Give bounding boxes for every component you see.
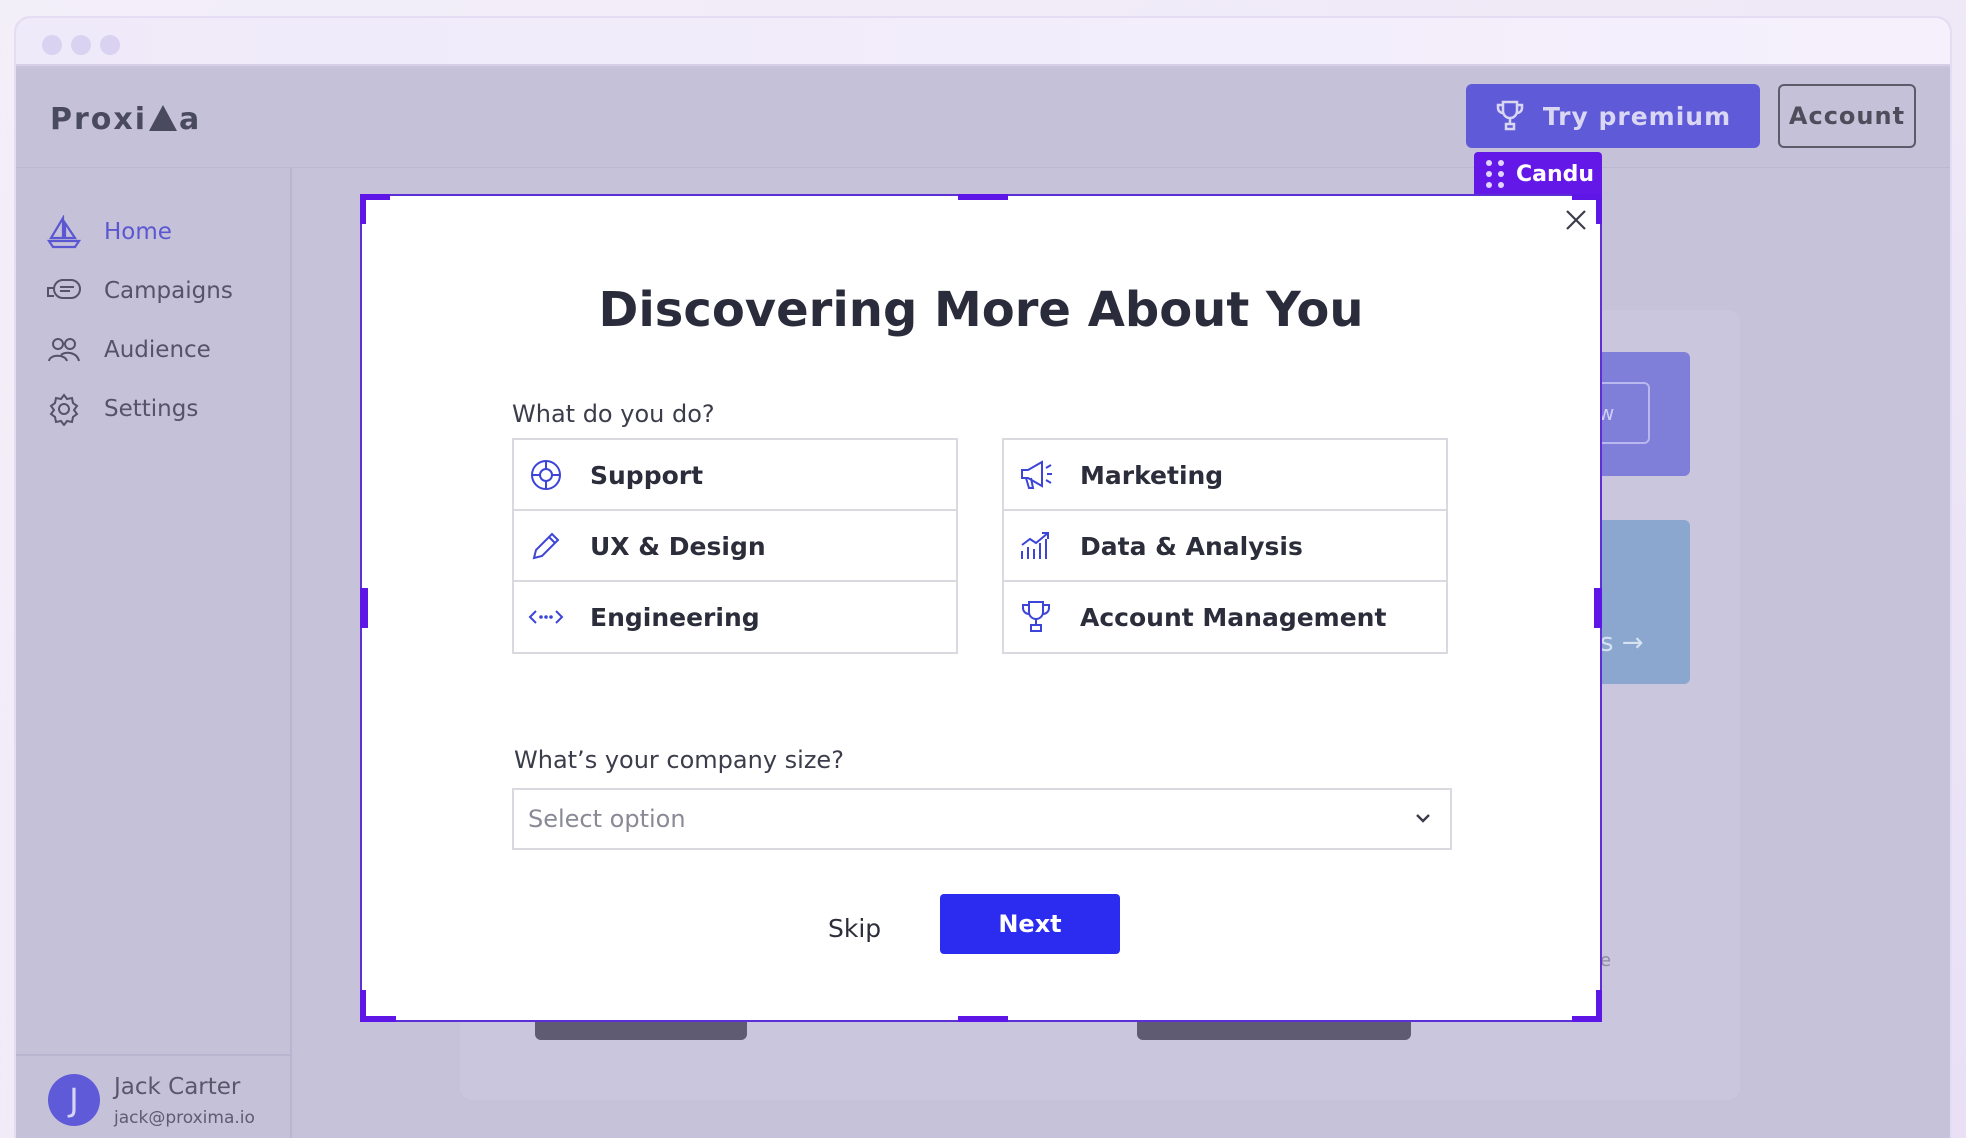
gear-icon: [46, 391, 82, 427]
logo[interactable]: Proxi a: [50, 102, 201, 137]
users-icon: [46, 332, 82, 368]
role-question: What do you do?: [512, 400, 715, 428]
resize-handle[interactable]: [360, 194, 366, 224]
role-option-engineering[interactable]: Engineering: [512, 580, 958, 654]
sidebar-item-label: Campaigns: [104, 278, 233, 304]
resize-handle[interactable]: [958, 194, 1008, 200]
role-option-label: Engineering: [590, 602, 760, 632]
role-option-account-management[interactable]: Account Management: [1002, 580, 1448, 654]
sidebar: Home Campaigns Audience Settings J Jack …: [16, 168, 292, 1138]
user-name: Jack Carter: [114, 1074, 241, 1100]
top-bar: Proxi a Try premium Account: [16, 68, 1950, 168]
user-profile[interactable]: J Jack Carter jack@proxima.io: [16, 1054, 292, 1138]
onboarding-modal: Discovering More About You What do you d…: [360, 194, 1602, 1022]
lifebuoy-icon: [528, 457, 564, 493]
background-tile: w: [1590, 352, 1690, 476]
background-tile-link[interactable]: s →: [1600, 628, 1644, 658]
role-option-support[interactable]: Support: [512, 438, 958, 512]
role-option-label: Data & Analysis: [1080, 531, 1303, 561]
trophy-icon: [1496, 100, 1524, 131]
candu-tab[interactable]: Candu: [1474, 152, 1602, 196]
role-option-label: Account Management: [1080, 602, 1387, 632]
sidebar-item-campaigns[interactable]: Campaigns: [46, 273, 233, 309]
role-option-ux-design[interactable]: UX & Design: [512, 509, 958, 583]
skip-button[interactable]: Skip: [828, 914, 881, 943]
next-button[interactable]: Next: [940, 894, 1120, 954]
select-placeholder: Select option: [528, 805, 686, 833]
sidebar-item-label: Settings: [104, 396, 199, 422]
resize-handle[interactable]: [1596, 990, 1602, 1022]
pencil-icon: [528, 528, 564, 564]
sidebar-item-label: Home: [104, 219, 172, 245]
modal-title: Discovering More About You: [598, 282, 1364, 338]
company-size-select[interactable]: Select option: [512, 788, 1452, 850]
background-tile: s →: [1590, 520, 1690, 684]
user-email: jack@proxima.io: [114, 1108, 255, 1128]
window-chrome: [16, 18, 1950, 66]
company-size-question: What’s your company size?: [514, 746, 844, 774]
role-option-label: Marketing: [1080, 460, 1224, 490]
drag-handle-icon[interactable]: [1486, 160, 1504, 188]
window-dot: [71, 35, 91, 55]
try-premium-button[interactable]: Try premium: [1466, 84, 1760, 148]
account-button[interactable]: Account: [1778, 84, 1916, 148]
resize-handle[interactable]: [360, 588, 368, 628]
sailboat-icon: [46, 214, 82, 250]
close-icon[interactable]: [1562, 206, 1590, 234]
resize-handle[interactable]: [1594, 588, 1602, 628]
resize-handle[interactable]: [1596, 194, 1602, 224]
avatar: J: [48, 1074, 100, 1126]
resize-handle[interactable]: [958, 1016, 1008, 1022]
window-dot: [100, 35, 120, 55]
candu-label: Candu: [1516, 161, 1595, 187]
trophy-icon: [1018, 599, 1054, 635]
sidebar-item-home[interactable]: Home: [46, 214, 172, 250]
role-option-data-analysis[interactable]: Data & Analysis: [1002, 509, 1448, 583]
sidebar-item-audience[interactable]: Audience: [46, 332, 211, 368]
try-premium-label: Try premium: [1542, 101, 1732, 131]
sidebar-item-label: Audience: [104, 337, 211, 363]
code-arrows-icon: [528, 599, 564, 635]
role-option-label: UX & Design: [590, 531, 766, 561]
megaphone-icon: [1018, 457, 1054, 493]
resize-handle[interactable]: [360, 990, 366, 1022]
role-option-label: Support: [590, 460, 704, 490]
role-option-marketing[interactable]: Marketing: [1002, 438, 1448, 512]
megaphone-chat-icon: [46, 273, 82, 309]
chart-growth-icon: [1018, 528, 1054, 564]
window-dot: [42, 35, 62, 55]
chevron-down-icon: [1416, 814, 1430, 823]
sidebar-item-settings[interactable]: Settings: [46, 391, 198, 427]
